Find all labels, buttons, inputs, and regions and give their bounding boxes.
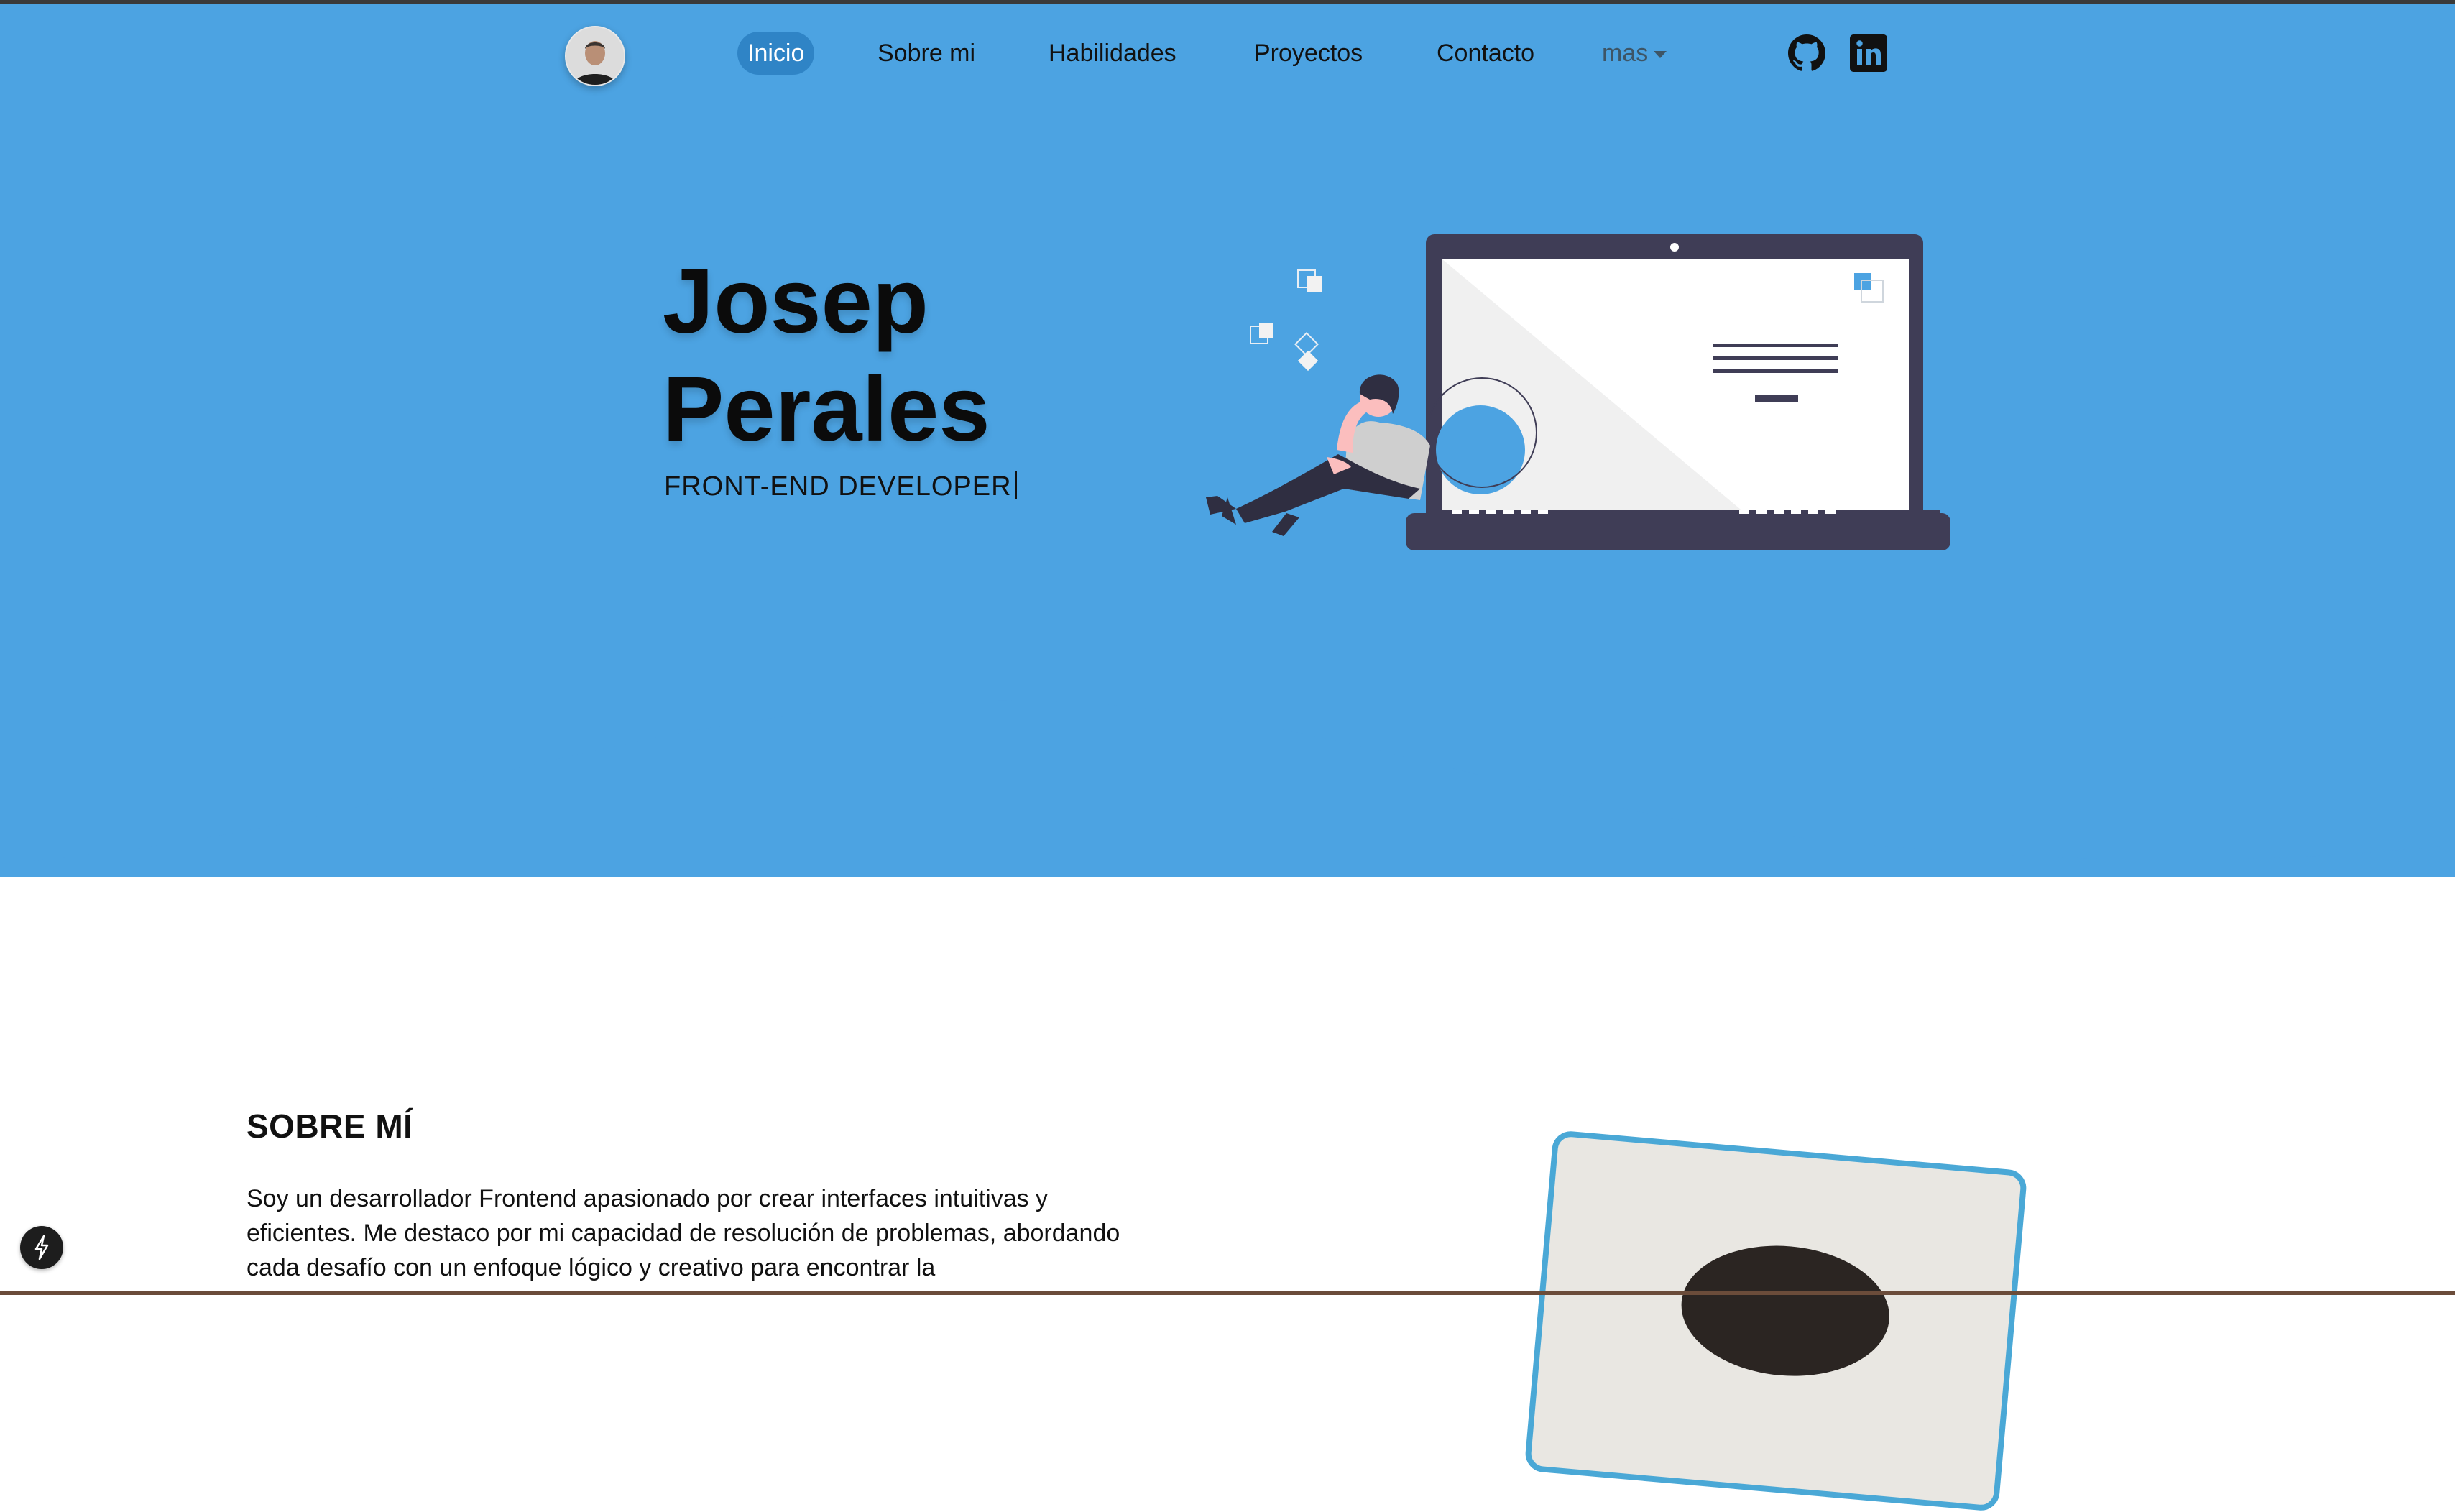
avatar[interactable] [565, 26, 625, 86]
hero-role: FRONT-END DEVELOPER [664, 471, 1017, 502]
hero-name: Josep Perales [663, 248, 990, 464]
top-navbar: Inicio Sobre mi Habilidades Proyectos Co… [0, 0, 2455, 108]
nav-more-dropdown[interactable]: mas [1602, 32, 1667, 75]
hero-wave-divider [0, 690, 2455, 864]
github-icon[interactable] [1788, 34, 1825, 72]
hero-last-name: Perales [663, 358, 990, 461]
nav-item-habilidades[interactable]: Habilidades [1049, 32, 1176, 75]
typing-cursor [1014, 471, 1017, 499]
lightning-icon[interactable] [20, 1226, 63, 1269]
nav-item-sobre-mi[interactable]: Sobre mi [878, 32, 975, 75]
about-text: Soy un desarrollador Frontend apasionado… [247, 1185, 1120, 1281]
nav-more-label: mas [1602, 40, 1649, 67]
chevron-down-icon [1654, 51, 1667, 59]
nav-item-inicio[interactable]: Inicio [737, 32, 815, 75]
about-title: SOBRE MÍ [247, 1107, 413, 1145]
nav-item-proyectos[interactable]: Proyectos [1254, 32, 1363, 75]
hero-role-text: FRONT-END DEVELOPER [664, 471, 1012, 502]
nav-item-contacto[interactable]: Contacto [1437, 32, 1534, 75]
window-bottom-edge [0, 1291, 2455, 1295]
hero-first-name: Josep [663, 250, 929, 353]
profile-photo [1524, 1130, 2028, 1512]
linkedin-icon[interactable] [1850, 34, 1887, 72]
hero-laptop-illustration [1206, 234, 1950, 550]
photo-subject [1675, 1237, 1895, 1385]
